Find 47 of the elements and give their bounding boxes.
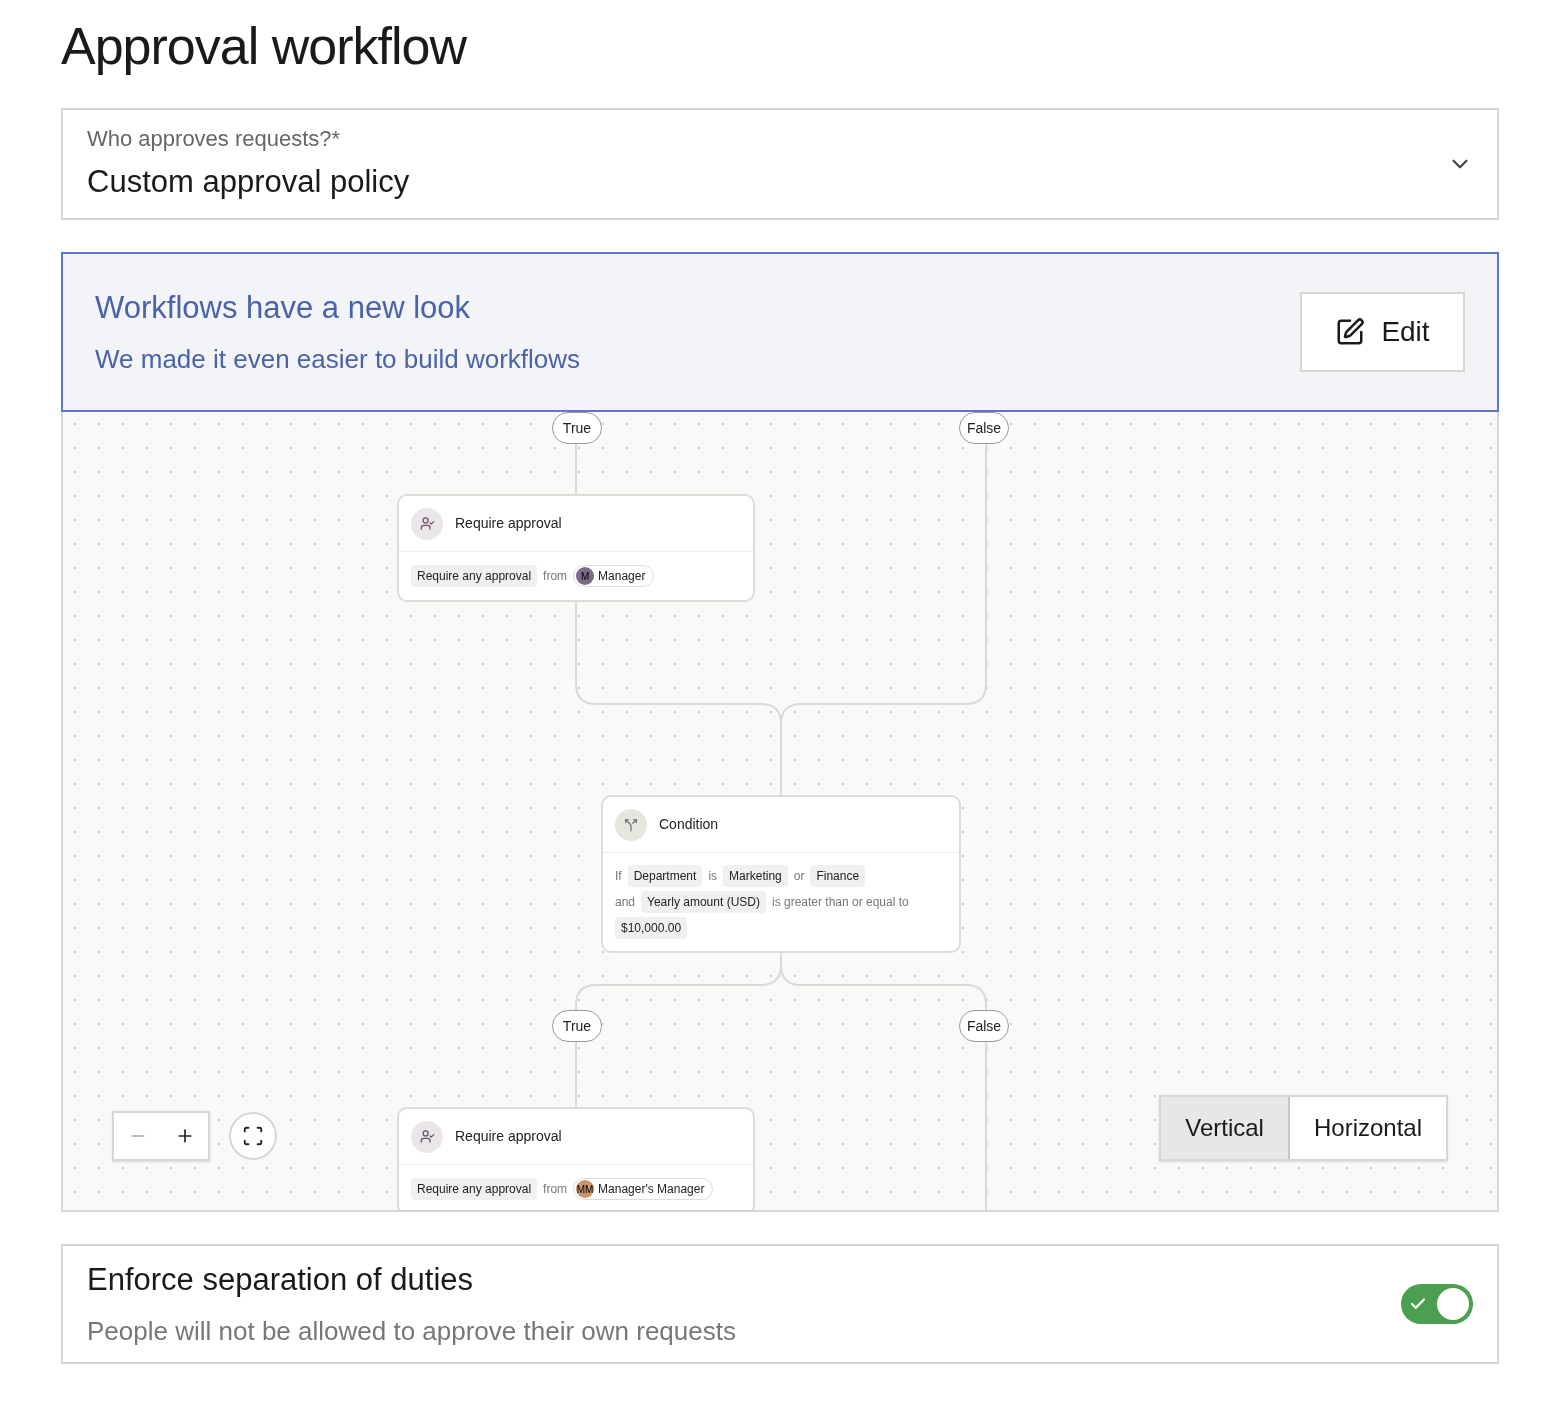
approval-mode-chip: Require any approval (411, 565, 538, 587)
fit-view-button[interactable] (229, 1112, 277, 1160)
connector-line (575, 1041, 577, 1108)
select-label: Who approves requests?* (87, 125, 342, 154)
setting-description: People will not be allowed to approve their own requests (87, 1314, 736, 1348)
branch-label: False (959, 1010, 1009, 1042)
condition-text: and (615, 894, 636, 911)
approver-select[interactable]: Who approves requests?* Custom approval policy (61, 108, 1499, 220)
condition-text: or (793, 868, 805, 885)
condition-text: is (708, 868, 718, 885)
layout-option[interactable]: Vertical (1161, 1097, 1290, 1159)
condition-chip: Department (627, 865, 703, 887)
toggle-switch[interactable] (1401, 1284, 1473, 1324)
edit-icon (1335, 317, 1366, 347)
node-title: Require approval (455, 514, 562, 533)
condition-chip: $10,000.00 (615, 917, 688, 939)
fit-view-icon (242, 1125, 264, 1147)
person-check-icon (411, 507, 443, 540)
banner-subtitle: We made it even easier to build workflows (95, 342, 581, 376)
node-title: Require approval (455, 1127, 562, 1146)
approval-node[interactable]: Require approval Require any approval from MM Manager's Manager (397, 1107, 755, 1210)
condition-text: If (615, 868, 622, 885)
edit-button[interactable]: Edit (1300, 292, 1465, 372)
branch-label: False (959, 412, 1009, 444)
approval-node[interactable]: Require approval Require any approval from M Manager (397, 494, 755, 602)
condition-node[interactable]: Condition If Department is Marketing or Finance and Yearly amount (USD) is greater than or equal to $10,000.00 (601, 795, 961, 953)
branch-label: True (552, 412, 602, 444)
setting-title: Enforce separation of duties (87, 1261, 475, 1300)
banner-title: Workflows have a new look (95, 289, 472, 328)
page-title: Approval workflow (61, 16, 466, 77)
person-check-icon (411, 1120, 443, 1153)
branch-label: True (552, 1010, 602, 1042)
condition-text: is greater than or equal to (771, 894, 909, 911)
node-title: Condition (659, 815, 719, 834)
avatar: MM (576, 1180, 595, 1198)
select-value: Custom approval policy (87, 163, 410, 202)
condition-chip: Marketing (723, 865, 788, 887)
assignee-name: Manager's Manager (598, 1181, 705, 1198)
avatar: M (576, 567, 595, 585)
approval-mode-chip: Require any approval (411, 1178, 538, 1200)
from-text: from (543, 568, 568, 585)
layout-option[interactable]: Horizontal (1289, 1097, 1446, 1159)
condition-chip: Yearly amount (USD) (641, 891, 766, 913)
assignee-name: Manager (598, 568, 646, 585)
from-text: from (543, 1181, 568, 1198)
condition-chip: Finance (810, 865, 866, 887)
branch-icon (615, 808, 647, 841)
